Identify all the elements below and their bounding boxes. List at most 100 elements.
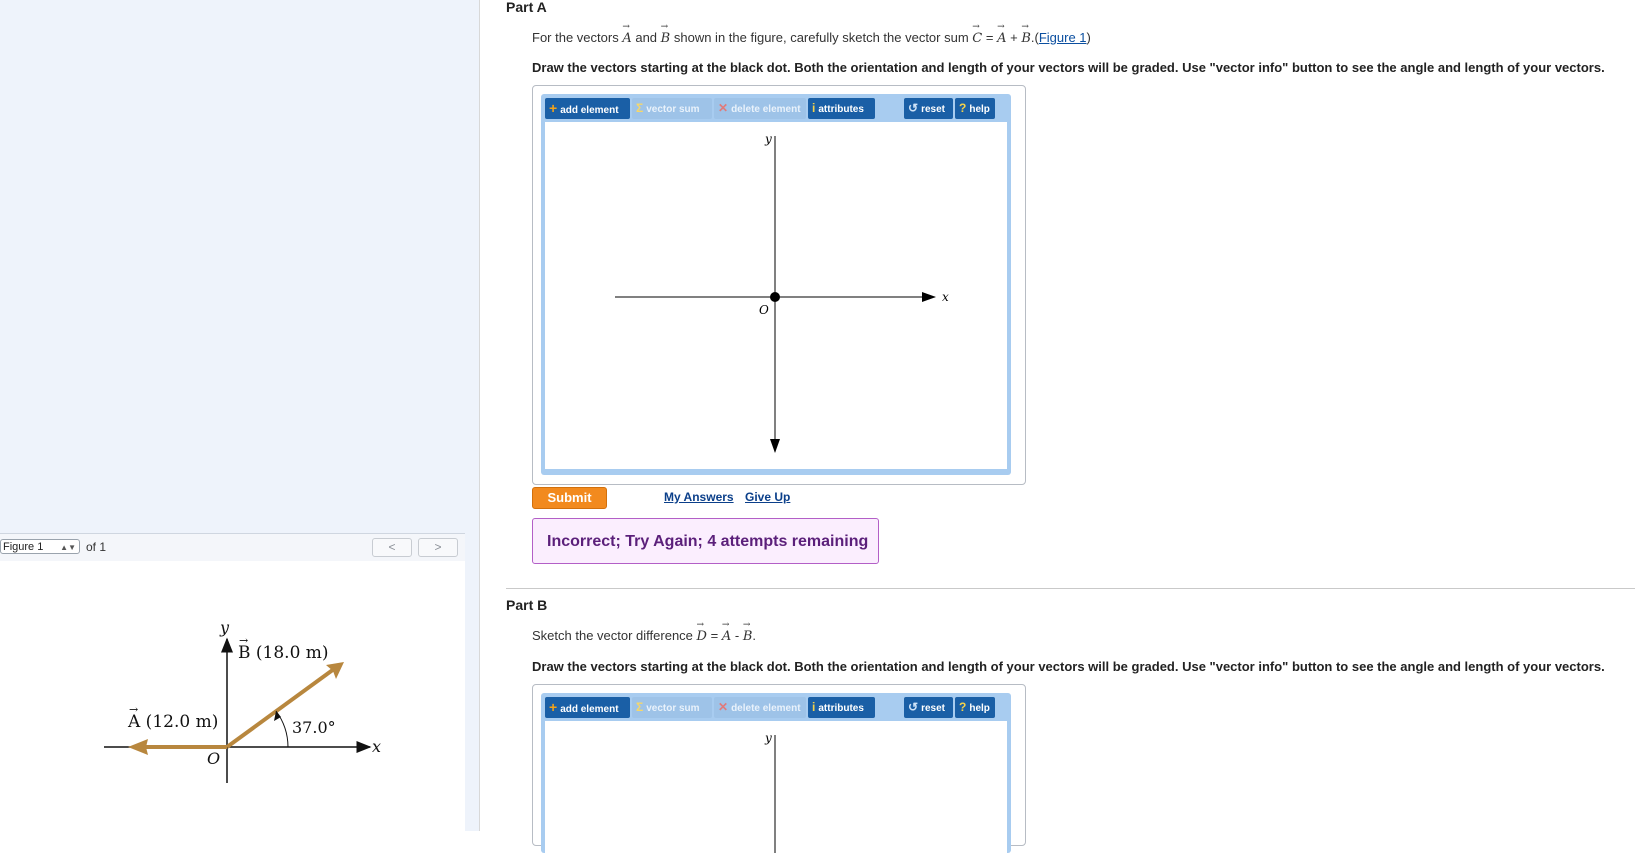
part-a-title: Part A — [506, 0, 547, 15]
add-element-label: add element — [560, 704, 619, 715]
part-a-x-label: x — [942, 290, 949, 304]
plus-icon: + — [549, 100, 558, 116]
help-label: help — [969, 703, 990, 714]
figure-link[interactable]: Figure 1 — [1039, 30, 1087, 45]
my-answers-link[interactable]: My Answers — [664, 490, 734, 504]
part-b-y-label: y — [764, 731, 772, 745]
part-a-prompt: For the vectors A and B shown in the fig… — [532, 30, 1091, 46]
figure-count: of 1 — [86, 540, 107, 554]
diagram-origin-label: O — [207, 749, 220, 768]
attributes-button[interactable]: i attributes — [808, 98, 875, 119]
next-figure-button[interactable]: > — [418, 538, 458, 557]
select-arrows-icon: ▲▼ — [60, 543, 76, 552]
vector-b-label: B (18.0 m) — [238, 643, 329, 663]
part-b-axes: y — [764, 731, 776, 853]
figure-panel-background — [0, 0, 479, 533]
help-icon: ? — [959, 101, 967, 115]
prompt-text: For the vectors — [532, 30, 619, 45]
vector-a-arrow-mark: → — [129, 703, 138, 716]
help-icon: ? — [959, 700, 967, 714]
delete-element-button[interactable]: ✕ delete element — [714, 697, 806, 718]
equals-sign: = — [710, 628, 719, 643]
main-content: Part A For the vectors A and B shown in … — [480, 0, 1635, 853]
part-b-canvas[interactable]: y — [545, 721, 1007, 853]
vector-b-symbol: B — [1021, 31, 1031, 46]
vector-a-label: A (12.0 m) — [127, 712, 218, 732]
close-icon: ✕ — [718, 101, 729, 115]
chevron-right-icon: > — [434, 540, 442, 554]
prompt-text: and — [635, 30, 658, 45]
delete-element-label: delete element — [731, 104, 801, 115]
delete-element-label: delete element — [731, 703, 801, 714]
part-a-y-label: y — [764, 132, 772, 146]
vector-sum-label: vector sum — [646, 104, 700, 115]
feedback-message: Incorrect; Try Again; 4 attempts remaini… — [532, 518, 879, 564]
delete-element-button[interactable]: ✕ delete element — [714, 98, 806, 119]
close-icon: ✕ — [718, 700, 729, 714]
vector-d-symbol: D — [697, 629, 707, 644]
figure-select[interactable]: Figure 1 ▲▼ — [0, 539, 80, 554]
vector-b-arrow-mark: → — [239, 634, 248, 647]
reset-label: reset — [921, 703, 945, 714]
vector-c-symbol: C — [972, 31, 982, 46]
diagram-x-label: x — [372, 737, 381, 756]
vector-sum-button[interactable]: Σvector sum — [632, 98, 712, 119]
section-divider — [506, 588, 1635, 589]
diagram-y-label: y — [219, 618, 230, 637]
figure-panel: Figure 1 ▲▼ of 1 < > y x O A (12.0 m) → … — [0, 0, 480, 831]
sigma-icon: Σ — [636, 101, 644, 115]
sigma-icon: Σ — [636, 700, 644, 714]
reset-icon: ↺ — [908, 700, 919, 714]
reset-label: reset — [921, 104, 945, 115]
figure-navigation-bar: Figure 1 ▲▼ of 1 < > — [0, 533, 465, 562]
minus-sign: - — [734, 628, 740, 643]
figure-canvas: y x O A (12.0 m) → B (18.0 m) → 37.0° — [0, 561, 466, 831]
part-b-prompt: Sketch the vector difference D = A - B. — [532, 628, 756, 644]
part-a-instruction: Draw the vectors starting at the black d… — [532, 60, 1605, 75]
reset-button[interactable]: ↺ reset — [904, 98, 953, 119]
part-a-drawing-tool: + add element Σvector sum ✕ delete element… — [532, 85, 1026, 485]
vector-a-symbol: A — [722, 629, 731, 644]
vector-sum-button[interactable]: Σvector sum — [632, 697, 712, 718]
attributes-button[interactable]: i attributes — [808, 697, 875, 718]
prompt-text: .( — [1030, 30, 1039, 45]
help-button[interactable]: ? help — [955, 98, 995, 119]
info-icon: i — [812, 101, 816, 115]
prompt-text: . — [752, 628, 756, 643]
part-a-origin-label: O — [759, 303, 769, 317]
vector-diagram: y x O A (12.0 m) → B (18.0 m) → 37.0° — [104, 618, 381, 783]
part-a-toolbar: + add element Σvector sum ✕ delete element… — [545, 98, 1007, 120]
part-a-axes: y x O — [615, 132, 949, 453]
reset-button[interactable]: ↺ reset — [904, 697, 953, 718]
plus-icon: + — [549, 699, 558, 715]
attributes-label: attributes — [818, 104, 864, 115]
prompt-text: shown in the figure, carefully sketch th… — [673, 30, 969, 45]
equals-sign: = — [985, 30, 994, 45]
add-element-button[interactable]: + add element — [545, 697, 630, 718]
prompt-text: Sketch the vector difference — [532, 628, 693, 643]
vector-b-symbol: B — [661, 31, 671, 46]
part-a-tool-inner: + add element Σvector sum ✕ delete element… — [541, 94, 1011, 475]
add-element-label: add element — [560, 105, 619, 116]
give-up-link[interactable]: Give Up — [745, 490, 790, 504]
chevron-left-icon: < — [388, 540, 396, 554]
reset-icon: ↺ — [908, 101, 919, 115]
previous-figure-button[interactable]: < — [372, 538, 412, 557]
vector-sum-label: vector sum — [646, 703, 700, 714]
submit-button[interactable]: Submit — [532, 487, 607, 509]
figure-select-value: Figure 1 — [3, 541, 44, 553]
info-icon: i — [812, 700, 816, 714]
part-b-title: Part B — [506, 597, 548, 613]
vector-a-arrowhead — [128, 739, 148, 755]
part-b-toolbar: + add element Σvector sum ✕ delete element… — [545, 697, 1007, 719]
part-b-instruction: Draw the vectors starting at the black d… — [532, 659, 1605, 674]
attributes-label: attributes — [818, 703, 864, 714]
panel-divider — [465, 0, 479, 831]
plus-sign: + — [1010, 30, 1018, 45]
prompt-text: ) — [1086, 30, 1091, 45]
part-a-canvas[interactable]: y x O — [545, 122, 1007, 469]
help-button[interactable]: ? help — [955, 697, 995, 718]
add-element-button[interactable]: + add element — [545, 98, 630, 119]
part-b-tool-inner: + add element Σvector sum ✕ delete element… — [541, 693, 1011, 853]
origin-dot[interactable] — [770, 292, 780, 302]
